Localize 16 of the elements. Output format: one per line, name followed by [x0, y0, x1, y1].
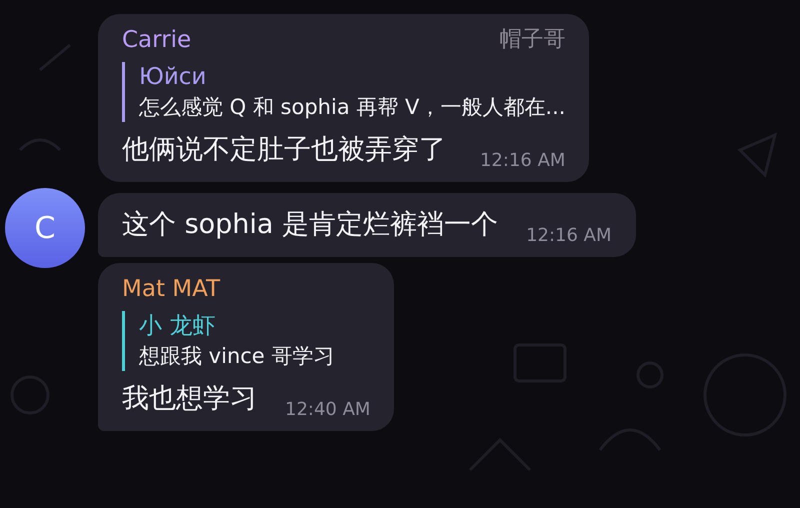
- reply-author: Юйси: [139, 63, 208, 92]
- reply-author: 小 龙虾: [139, 312, 216, 341]
- reply-text: 想跟我 vince 哥学习: [139, 343, 336, 370]
- message-text: 我也想学习: [122, 382, 257, 416]
- message-text: 他俩说不定肚子也被弄穿了: [122, 133, 446, 167]
- message-time: 12:16 AM: [526, 224, 612, 248]
- admin-title: 帽子哥: [499, 26, 566, 54]
- reply-quote[interactable]: Юйси 怎么感觉 Q 和 sophia 再帮 V，一般人都在...: [122, 62, 566, 122]
- sender-name[interactable]: Mat MAT: [122, 273, 220, 305]
- message-text: 这个 sophia 是肯定烂裤裆一个: [122, 208, 498, 242]
- message-time: 12:16 AM: [480, 149, 566, 173]
- message-time: 12:40 AM: [285, 398, 370, 422]
- sender-name[interactable]: Carrie: [122, 24, 192, 56]
- reply-text: 怎么感觉 Q 和 sophia 再帮 V，一般人都在...: [139, 94, 566, 121]
- reply-quote[interactable]: 小 龙虾 想跟我 vince 哥学习: [122, 311, 370, 371]
- avatar[interactable]: C: [5, 188, 85, 268]
